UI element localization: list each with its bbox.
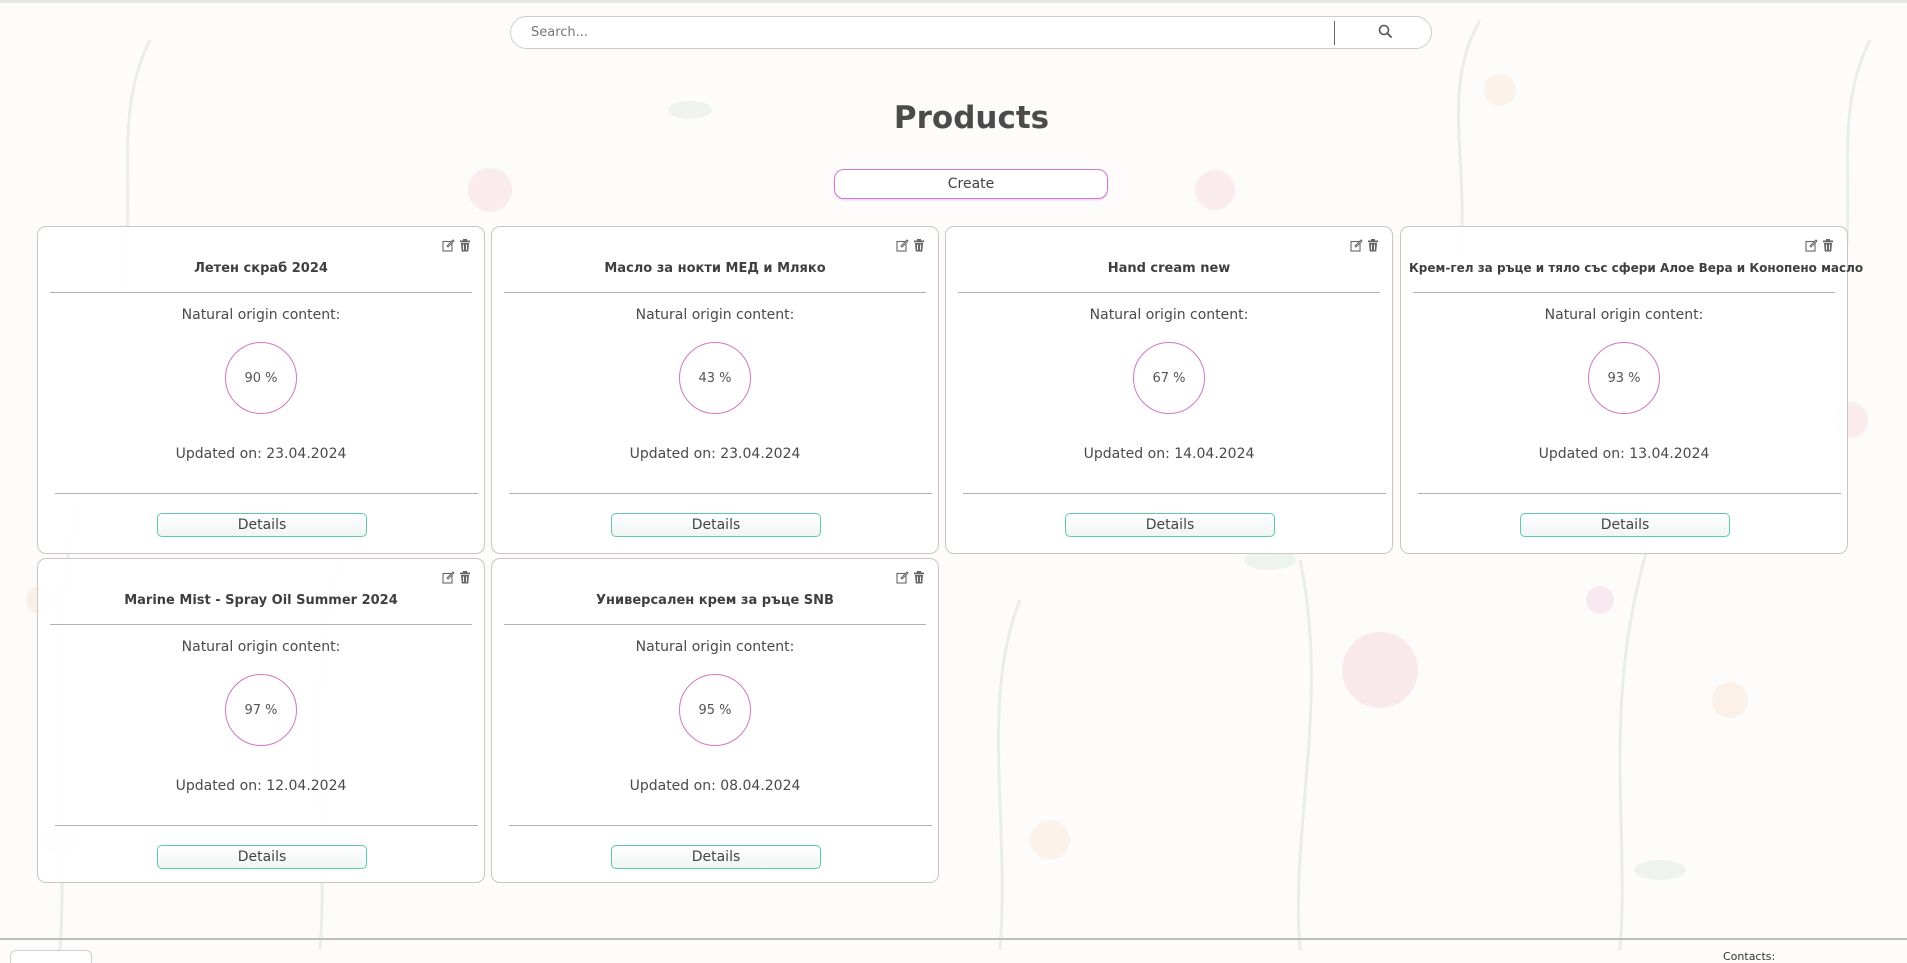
natural-origin-percent: 95 %: [679, 674, 751, 746]
card-actions: [442, 569, 472, 584]
divider: [1418, 493, 1841, 494]
edit-icon[interactable]: [896, 569, 909, 584]
divider: [504, 624, 926, 625]
search-input[interactable]: [529, 17, 1343, 48]
card-actions: [896, 569, 926, 584]
divider: [50, 624, 472, 625]
edit-icon[interactable]: [442, 569, 455, 584]
footer-divider: [0, 938, 1907, 940]
edit-icon[interactable]: [1805, 237, 1818, 252]
divider: [55, 825, 478, 826]
footer-contacts-label: Contacts:: [1723, 950, 1776, 963]
product-name: Крем-гел за ръце и тяло със сфери Алое В…: [1409, 261, 1864, 275]
product-name: Универсален крем за ръце SNB: [596, 593, 834, 608]
updated-date: Updated on: 12.04.2024: [175, 778, 347, 794]
natural-origin-label: Natural origin content:: [181, 639, 341, 655]
natural-origin-percent: 93 %: [1588, 342, 1660, 414]
trash-icon[interactable]: [1367, 237, 1380, 252]
search-bar: [510, 16, 1432, 49]
divider: [509, 825, 932, 826]
natural-origin-percent: 90 %: [225, 342, 297, 414]
details-button[interactable]: Details: [611, 845, 821, 869]
trash-icon[interactable]: [913, 569, 926, 584]
divider: [55, 493, 478, 494]
card-actions: [896, 237, 926, 252]
natural-origin-label: Natural origin content:: [635, 307, 795, 323]
product-card: Крем-гел за ръце и тяло със сфери Алое В…: [1400, 226, 1864, 554]
page-title: Products: [893, 100, 1050, 136]
card-actions: [1350, 237, 1380, 252]
product-card: Универсален крем за ръце SNB Natural ori…: [491, 558, 939, 883]
product-name: Hand cream new: [1107, 261, 1231, 276]
product-card: Marine Mist - Spray Oil Summer 2024 Natu…: [37, 558, 485, 883]
details-button[interactable]: Details: [157, 845, 367, 869]
updated-date: Updated on: 08.04.2024: [629, 778, 801, 794]
product-name: Масло за нокти МЕД и Мляко: [604, 261, 826, 276]
natural-origin-label: Natural origin content:: [181, 307, 341, 323]
natural-origin-percent: 97 %: [225, 674, 297, 746]
edit-icon[interactable]: [442, 237, 455, 252]
natural-origin-label: Natural origin content:: [1544, 307, 1704, 323]
details-button[interactable]: Details: [1520, 513, 1730, 537]
trash-icon[interactable]: [459, 569, 472, 584]
divider: [50, 292, 472, 293]
divider: [504, 292, 926, 293]
product-name: Marine Mist - Spray Oil Summer 2024: [124, 593, 398, 608]
divider: [1413, 292, 1835, 293]
product-name: Летен скраб 2024: [194, 261, 328, 276]
natural-origin-label: Natural origin content:: [635, 639, 795, 655]
product-card: Hand cream new Natural origin content: 6…: [945, 226, 1393, 554]
natural-origin-label: Natural origin content:: [1089, 307, 1249, 323]
search-button[interactable]: [1339, 17, 1431, 48]
search-icon: [1378, 23, 1392, 42]
divider: [958, 292, 1380, 293]
create-button[interactable]: Create: [834, 169, 1108, 199]
trash-icon[interactable]: [459, 237, 472, 252]
trash-icon[interactable]: [913, 237, 926, 252]
edit-icon[interactable]: [896, 237, 909, 252]
search-divider: [1334, 21, 1335, 45]
updated-date: Updated on: 23.04.2024: [629, 446, 801, 462]
divider: [509, 493, 932, 494]
natural-origin-percent: 43 %: [679, 342, 751, 414]
card-actions: [1805, 237, 1835, 252]
natural-origin-percent: 67 %: [1133, 342, 1205, 414]
divider: [963, 493, 1386, 494]
edit-icon[interactable]: [1350, 237, 1363, 252]
details-button[interactable]: Details: [1065, 513, 1275, 537]
card-actions: [442, 237, 472, 252]
updated-date: Updated on: 13.04.2024: [1538, 446, 1710, 462]
product-card: Летен скраб 2024 Natural origin content:…: [37, 226, 485, 554]
product-card: Масло за нокти МЕД и Мляко Natural origi…: [491, 226, 939, 554]
details-button[interactable]: Details: [611, 513, 821, 537]
updated-date: Updated on: 23.04.2024: [175, 446, 347, 462]
details-button[interactable]: Details: [157, 513, 367, 537]
top-border: [0, 0, 1907, 3]
updated-date: Updated on: 14.04.2024: [1083, 446, 1255, 462]
footer-tab: [10, 950, 92, 963]
trash-icon[interactable]: [1822, 237, 1835, 252]
